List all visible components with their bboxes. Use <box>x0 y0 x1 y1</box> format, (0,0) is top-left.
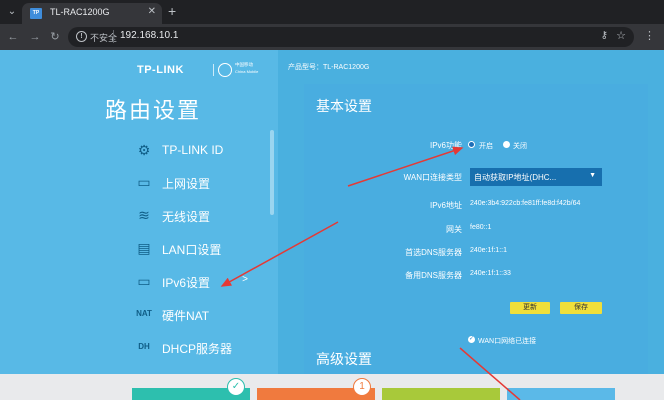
check-icon: ✓ <box>227 378 245 396</box>
sidebar-title: 路由设置 <box>104 98 201 123</box>
ipv6-off-radio[interactable] <box>503 141 510 148</box>
sidebar-item-label: 硬件NAT <box>162 309 210 323</box>
step-number-badge: 1 <box>353 378 371 396</box>
gateway-label: 网关 <box>446 225 462 234</box>
monitor-icon: ▭ <box>137 273 151 289</box>
bottom-overlay-bar: ✓ 1 <box>0 374 664 400</box>
browser-tab[interactable]: TP TL-RAC1200G ✕ <box>22 3 162 24</box>
settings-panel: 基本设置 IPv6功能 开启 关闭 WAN口连接类型 IPv6地址 240e:3… <box>304 84 648 374</box>
sidebar-item-ipv6[interactable]: ▭ IPv6设置 > <box>128 267 268 297</box>
save-button[interactable]: 保存 <box>560 302 602 314</box>
sidebar-item-label: 上网设置 <box>162 177 211 191</box>
partner-name: 中国移动 <box>235 62 253 67</box>
close-icon[interactable]: ✕ <box>148 6 156 17</box>
sidebar-item-label: DHCP服务器 <box>162 342 233 356</box>
tab-strip: ⌄ TP TL-RAC1200G ✕ + <box>0 0 664 24</box>
partner-sub: China Mobile <box>235 69 259 74</box>
sidebar-item-label: LAN口设置 <box>162 243 222 257</box>
chevron-right-icon: > <box>242 274 248 285</box>
wan-type-select[interactable]: 自动获取IP地址(DHC... ▼ <box>470 168 602 186</box>
tab-search-icon[interactable]: ⌄ <box>4 4 20 20</box>
gear-icon: ⚙ <box>137 142 151 158</box>
sidebar-scrollbar[interactable] <box>270 130 274 215</box>
product-model: 产品型号：TL-RAC1200G <box>288 64 370 71</box>
sidebar-item-dhcp[interactable]: DH DHCP服务器 <box>128 333 268 363</box>
step-tile-2: 1 <box>257 378 375 400</box>
step-tile-3 <box>382 388 500 400</box>
reload-icon[interactable]: ↻ <box>48 29 62 45</box>
dns2-value: 240e:1f:1::33 <box>470 270 511 277</box>
sidebar: TP-LINK 中国移动 China Mobile 路由设置 ⚙ TP-LINK… <box>0 50 278 400</box>
key-icon[interactable]: ⚷ <box>601 30 608 41</box>
sidebar-item-tplink-id[interactable]: ⚙ TP-LINK ID <box>128 136 268 166</box>
forward-icon[interactable]: → <box>28 29 42 45</box>
wan-type-value: 自动获取IP地址(DHC... <box>474 173 557 182</box>
sidebar-item-wireless[interactable]: ≋ 无线设置 <box>128 201 268 231</box>
wan-type-label: WAN口连接类型 <box>403 173 462 182</box>
dns2-label: 备用DNS服务器 <box>405 271 462 280</box>
refresh-button[interactable]: 更新 <box>510 302 550 314</box>
ipv6-on-label[interactable]: 开启 <box>479 141 493 151</box>
sidebar-item-internet[interactable]: ▭ 上网设置 <box>128 168 268 198</box>
warning-icon[interactable]: ! <box>76 31 87 42</box>
advanced-settings-title[interactable]: 高级设置 <box>316 349 372 369</box>
sidebar-item-label: IPv6设置 <box>162 276 211 290</box>
ipv6-on-radio[interactable] <box>468 141 475 148</box>
wifi-icon: ≋ <box>138 207 150 223</box>
back-icon[interactable]: ← <box>6 29 20 45</box>
tp-link-logo: TP-LINK <box>137 64 184 76</box>
wan-connected-check-icon: ✓ <box>468 336 475 343</box>
router-icon: ▤ <box>137 240 151 256</box>
gateway-value: fe80::1 <box>470 224 492 231</box>
nat-icon: NAT <box>136 309 152 318</box>
basic-settings-title: 基本设置 <box>316 98 372 114</box>
sidebar-item-hw-nat[interactable]: NAT 硬件NAT <box>128 300 268 330</box>
url-divider <box>113 30 114 43</box>
dns1-label: 首选DNS服务器 <box>405 248 462 257</box>
url-text[interactable]: 192.168.10.1 <box>120 30 178 41</box>
china-mobile-logo-icon <box>218 63 232 77</box>
logo-divider <box>213 64 214 76</box>
caret-down-icon: ▼ <box>589 172 596 179</box>
ipv6-address-label: IPv6地址 <box>429 201 462 210</box>
monitor-icon: ▭ <box>137 174 151 190</box>
step-tile-4 <box>507 388 615 400</box>
more-menu-icon[interactable]: ⋮ <box>644 29 655 42</box>
browser-toolbar: ← → ↻ ! 不安全 192.168.10.1 ⚷ ☆ ⋮ <box>0 24 664 50</box>
ipv6-off-label[interactable]: 关闭 <box>513 141 527 151</box>
sidebar-item-lan[interactable]: ▤ LAN口设置 <box>128 234 268 264</box>
ipv6-address-value: 240e:3b4:922cb:fe81ff:fe8d:f42b/64 <box>470 200 581 207</box>
sidebar-item-label: TP-LINK ID <box>162 143 224 157</box>
ipv6-function-label: IPv6功能 <box>429 141 462 150</box>
star-icon[interactable]: ☆ <box>616 29 626 42</box>
tab-title: TL-RAC1200G <box>50 7 110 17</box>
address-bar[interactable]: ! 不安全 192.168.10.1 ⚷ ☆ <box>68 27 634 47</box>
sidebar-item-label: 无线设置 <box>162 210 211 224</box>
wan-connected-label: WAN口网络已连接 <box>478 338 537 345</box>
favicon-icon: TP <box>30 8 42 19</box>
main-content: 产品型号：TL-RAC1200G 基本设置 IPv6功能 开启 关闭 WAN口连… <box>278 50 664 400</box>
dns1-value: 240e:1f:1::1 <box>470 247 507 254</box>
dhcp-icon: DH <box>138 342 150 351</box>
new-tab-icon[interactable]: + <box>168 3 176 19</box>
router-page: TP-LINK 中国移动 China Mobile 路由设置 ⚙ TP-LINK… <box>0 50 664 400</box>
step-tile-1: ✓ <box>132 378 250 400</box>
